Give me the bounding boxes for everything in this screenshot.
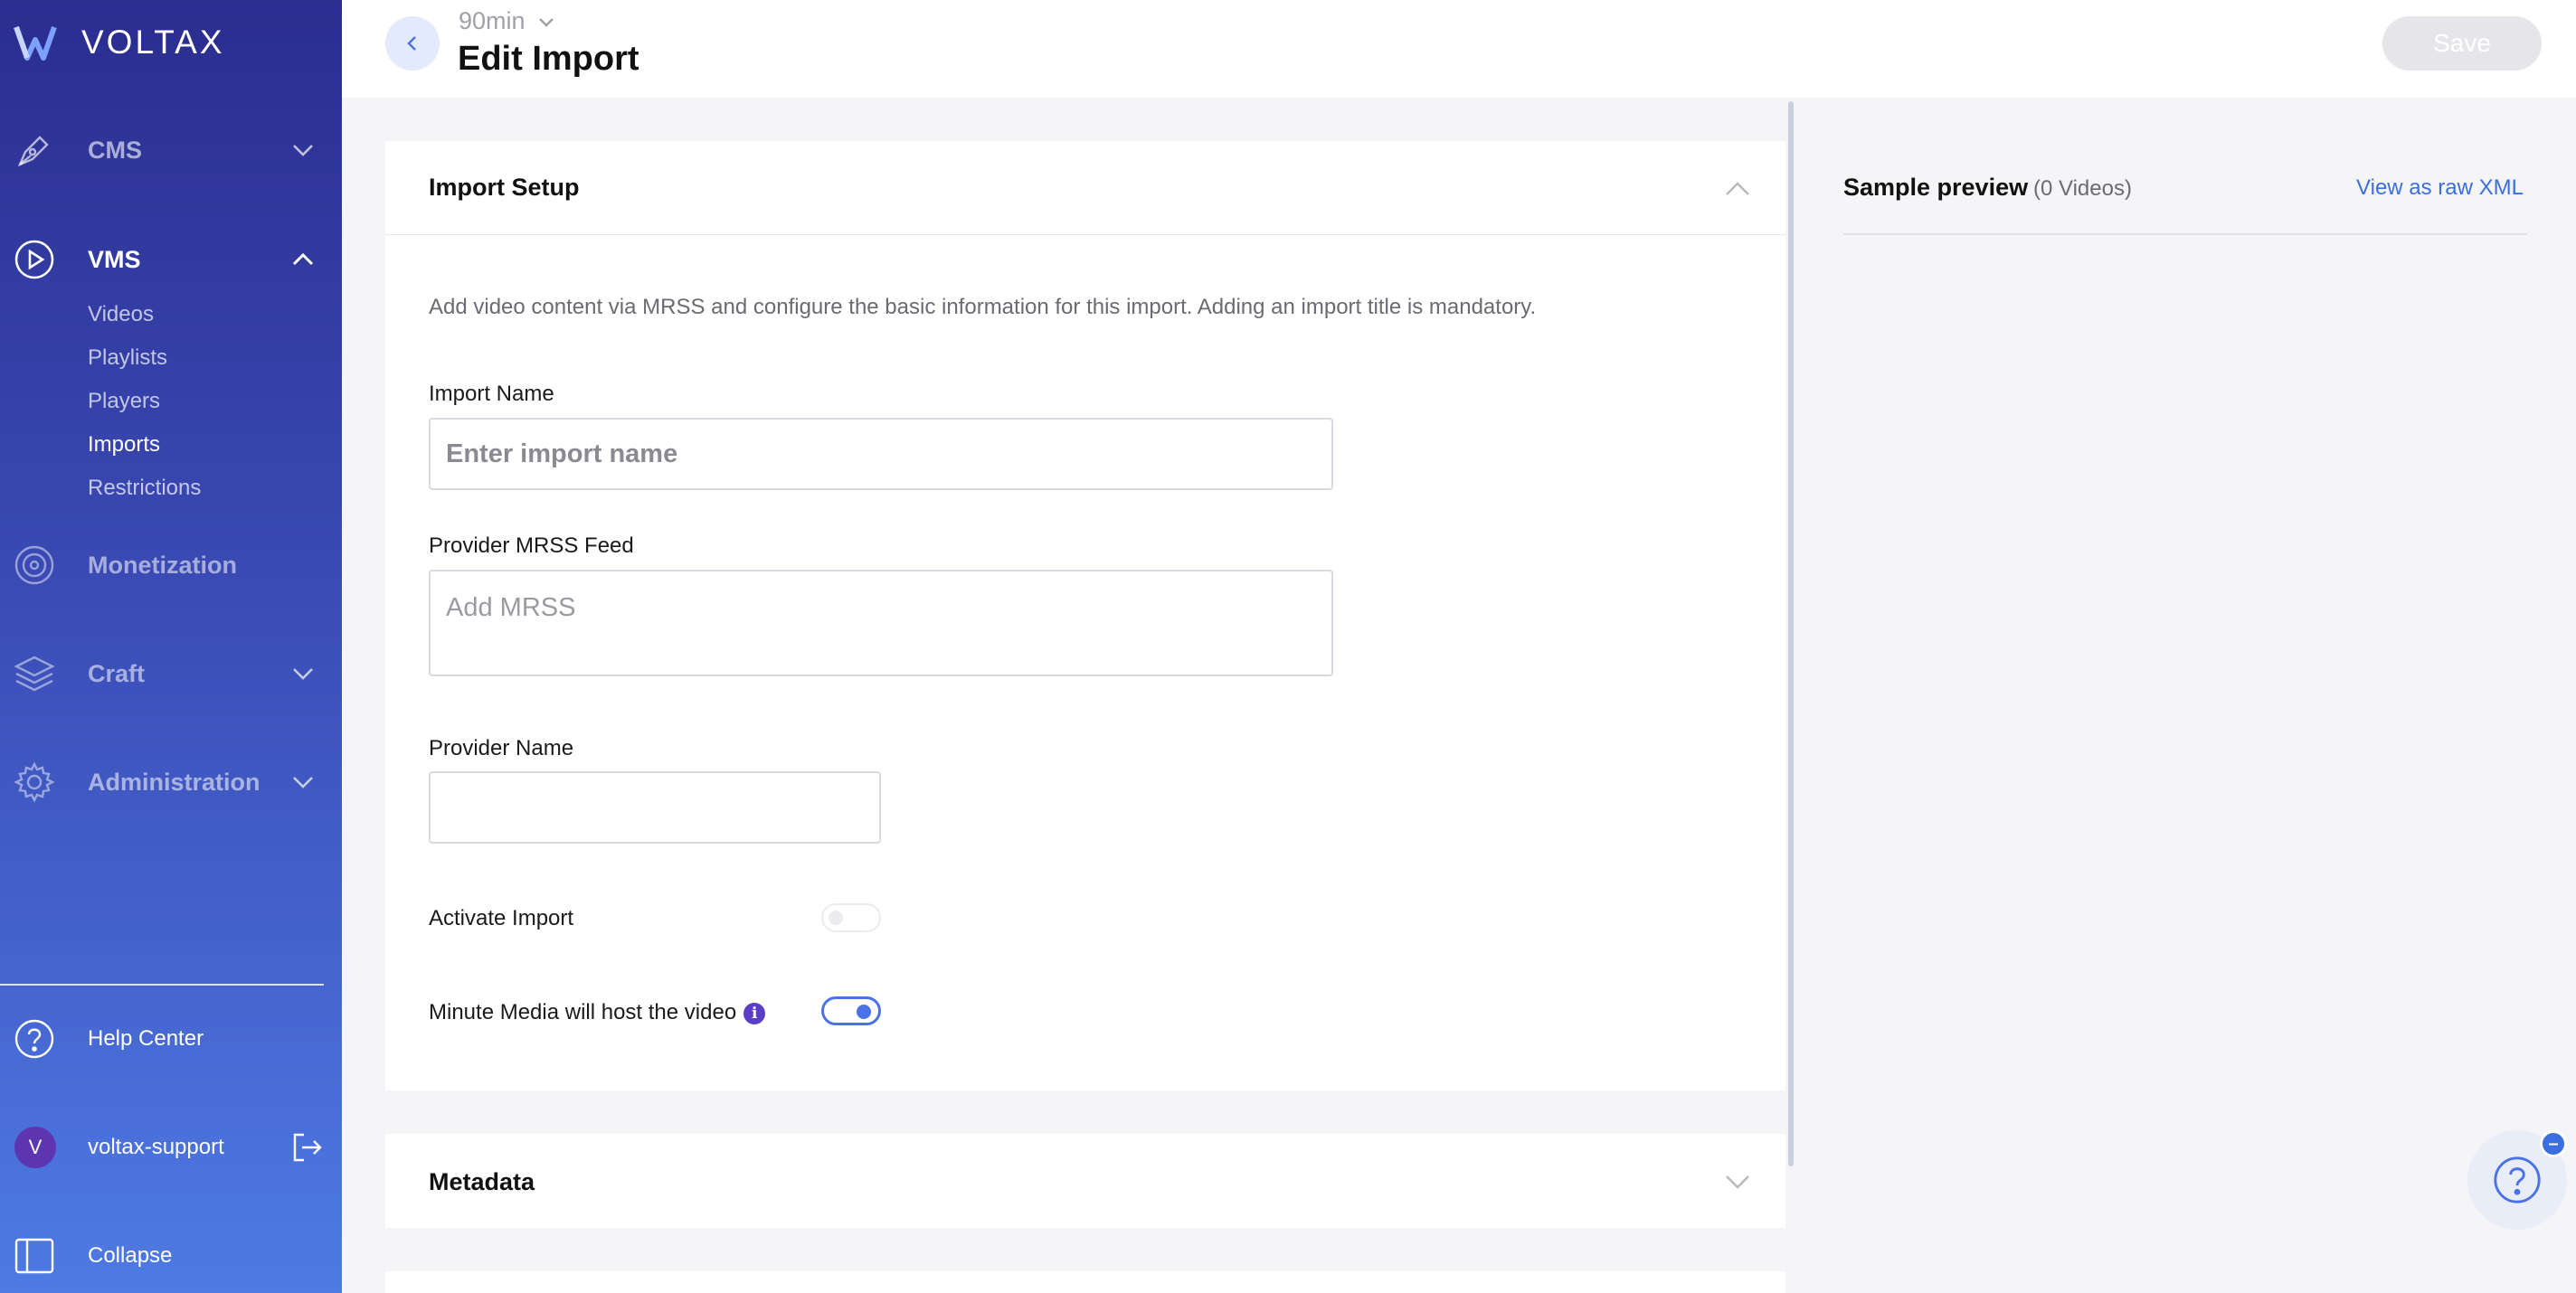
layers-icon: [14, 656, 55, 692]
sidebar-item-playlists[interactable]: Playlists: [88, 345, 167, 371]
page-title: Edit Import: [458, 40, 639, 78]
sidebar-item-players[interactable]: Players: [88, 389, 160, 414]
next-panel: [385, 1271, 1785, 1293]
sidebar-collapse-icon: [14, 1238, 54, 1274]
chevron-up-icon[interactable]: [1722, 174, 1753, 204]
provider-name-input[interactable]: [429, 771, 881, 844]
host-video-toggle[interactable]: [821, 996, 881, 1025]
mrss-feed-label: Provider MRSS Feed: [429, 533, 634, 558]
toggle-knob: [829, 911, 843, 925]
preview-divider: [1843, 233, 2527, 235]
gear-icon: [14, 761, 55, 803]
nav-item-monetization[interactable]: Monetization: [0, 533, 342, 597]
help-circle-icon: [14, 1019, 54, 1059]
play-circle-icon: [14, 240, 54, 279]
sidebar-divider: [0, 984, 324, 986]
sidebar-item-imports[interactable]: Imports: [88, 432, 160, 458]
back-button[interactable]: [385, 16, 440, 71]
nav-label-administration: Administration: [88, 768, 260, 796]
metadata-title: Metadata: [429, 1168, 535, 1195]
org-name: 90min: [459, 7, 526, 34]
import-setup-description: Add video content via MRSS and configure…: [429, 295, 1537, 319]
nav-item-craft[interactable]: Craft: [0, 642, 342, 705]
nav-item-cms[interactable]: CMS: [0, 118, 342, 182]
chevron-down-icon: [293, 777, 313, 788]
minimize-badge-icon[interactable]: –: [2540, 1130, 2567, 1157]
org-selector[interactable]: 90min: [459, 7, 556, 35]
voltax-logo-icon: [14, 26, 57, 61]
metadata-panel[interactable]: Metadata: [385, 1134, 1785, 1228]
nav-label-monetization: Monetization: [88, 551, 237, 579]
mrss-feed-input[interactable]: [429, 570, 1333, 676]
sidebar-item-restrictions[interactable]: Restrictions: [88, 476, 201, 501]
info-icon[interactable]: i: [743, 1002, 766, 1024]
save-button[interactable]: Save: [2382, 16, 2542, 71]
nav-item-vms[interactable]: VMS: [0, 228, 342, 291]
pen-nib-icon: [17, 136, 49, 167]
activate-import-toggle[interactable]: [821, 903, 881, 932]
provider-name-label: Provider Name: [429, 736, 574, 760]
chevron-down-icon: [538, 17, 554, 27]
nav-label-cms: CMS: [88, 136, 142, 164]
sample-preview-title: Sample preview: [1843, 174, 2029, 201]
video-count: (0 Videos): [2033, 176, 2132, 201]
import-setup-title: Import Setup: [429, 174, 580, 201]
nav-label-craft: Craft: [88, 659, 146, 687]
import-setup-panel: Import Setup Add video content via MRSS …: [385, 141, 1785, 1090]
sample-preview-panel: Sample preview (0 Videos) View as raw XM…: [1800, 98, 2576, 1293]
page-header: 90min Edit Import Save: [342, 0, 2576, 98]
host-video-label: Minute Media will host the video: [429, 1000, 737, 1024]
sidebar-item-videos[interactable]: Videos: [88, 302, 154, 327]
brand-logo[interactable]: VOLTAX: [13, 20, 225, 65]
host-video-label-row: Minute Media will host the video i: [429, 1000, 766, 1025]
toggle-knob: [857, 1005, 871, 1019]
help-center-label: Help Center: [88, 1026, 204, 1051]
chevron-down-icon: [293, 145, 313, 156]
user-profile[interactable]: V voltax-support: [0, 1120, 342, 1175]
import-setup-header[interactable]: Import Setup: [385, 141, 1785, 235]
help-center-link[interactable]: Help Center: [0, 1012, 342, 1066]
nav-label-vms: VMS: [88, 245, 141, 273]
avatar: V: [14, 1127, 56, 1168]
logout-icon[interactable]: [289, 1129, 326, 1166]
view-raw-xml-link[interactable]: View as raw XML: [2356, 175, 2524, 201]
target-icon: [14, 545, 54, 585]
activate-import-label: Activate Import: [429, 906, 574, 930]
chevron-down-icon[interactable]: [1722, 1166, 1753, 1197]
nav-item-administration[interactable]: Administration: [0, 750, 342, 814]
chevron-left-icon: [407, 36, 416, 51]
collapse-label: Collapse: [88, 1243, 173, 1268]
user-name: voltax-support: [88, 1135, 224, 1159]
chevron-down-icon: [293, 668, 313, 680]
import-name-input[interactable]: [429, 418, 1333, 490]
sidebar: VOLTAX CMS VMS Videos Playlists Players …: [0, 0, 342, 1293]
import-name-label: Import Name: [429, 382, 554, 406]
main-scrollbar[interactable]: [1788, 101, 1794, 1166]
chevron-up-icon: [292, 252, 314, 266]
brand-name: VOLTAX: [81, 24, 225, 61]
collapse-button[interactable]: Collapse: [0, 1229, 342, 1283]
help-circle-icon: [2494, 1156, 2541, 1203]
